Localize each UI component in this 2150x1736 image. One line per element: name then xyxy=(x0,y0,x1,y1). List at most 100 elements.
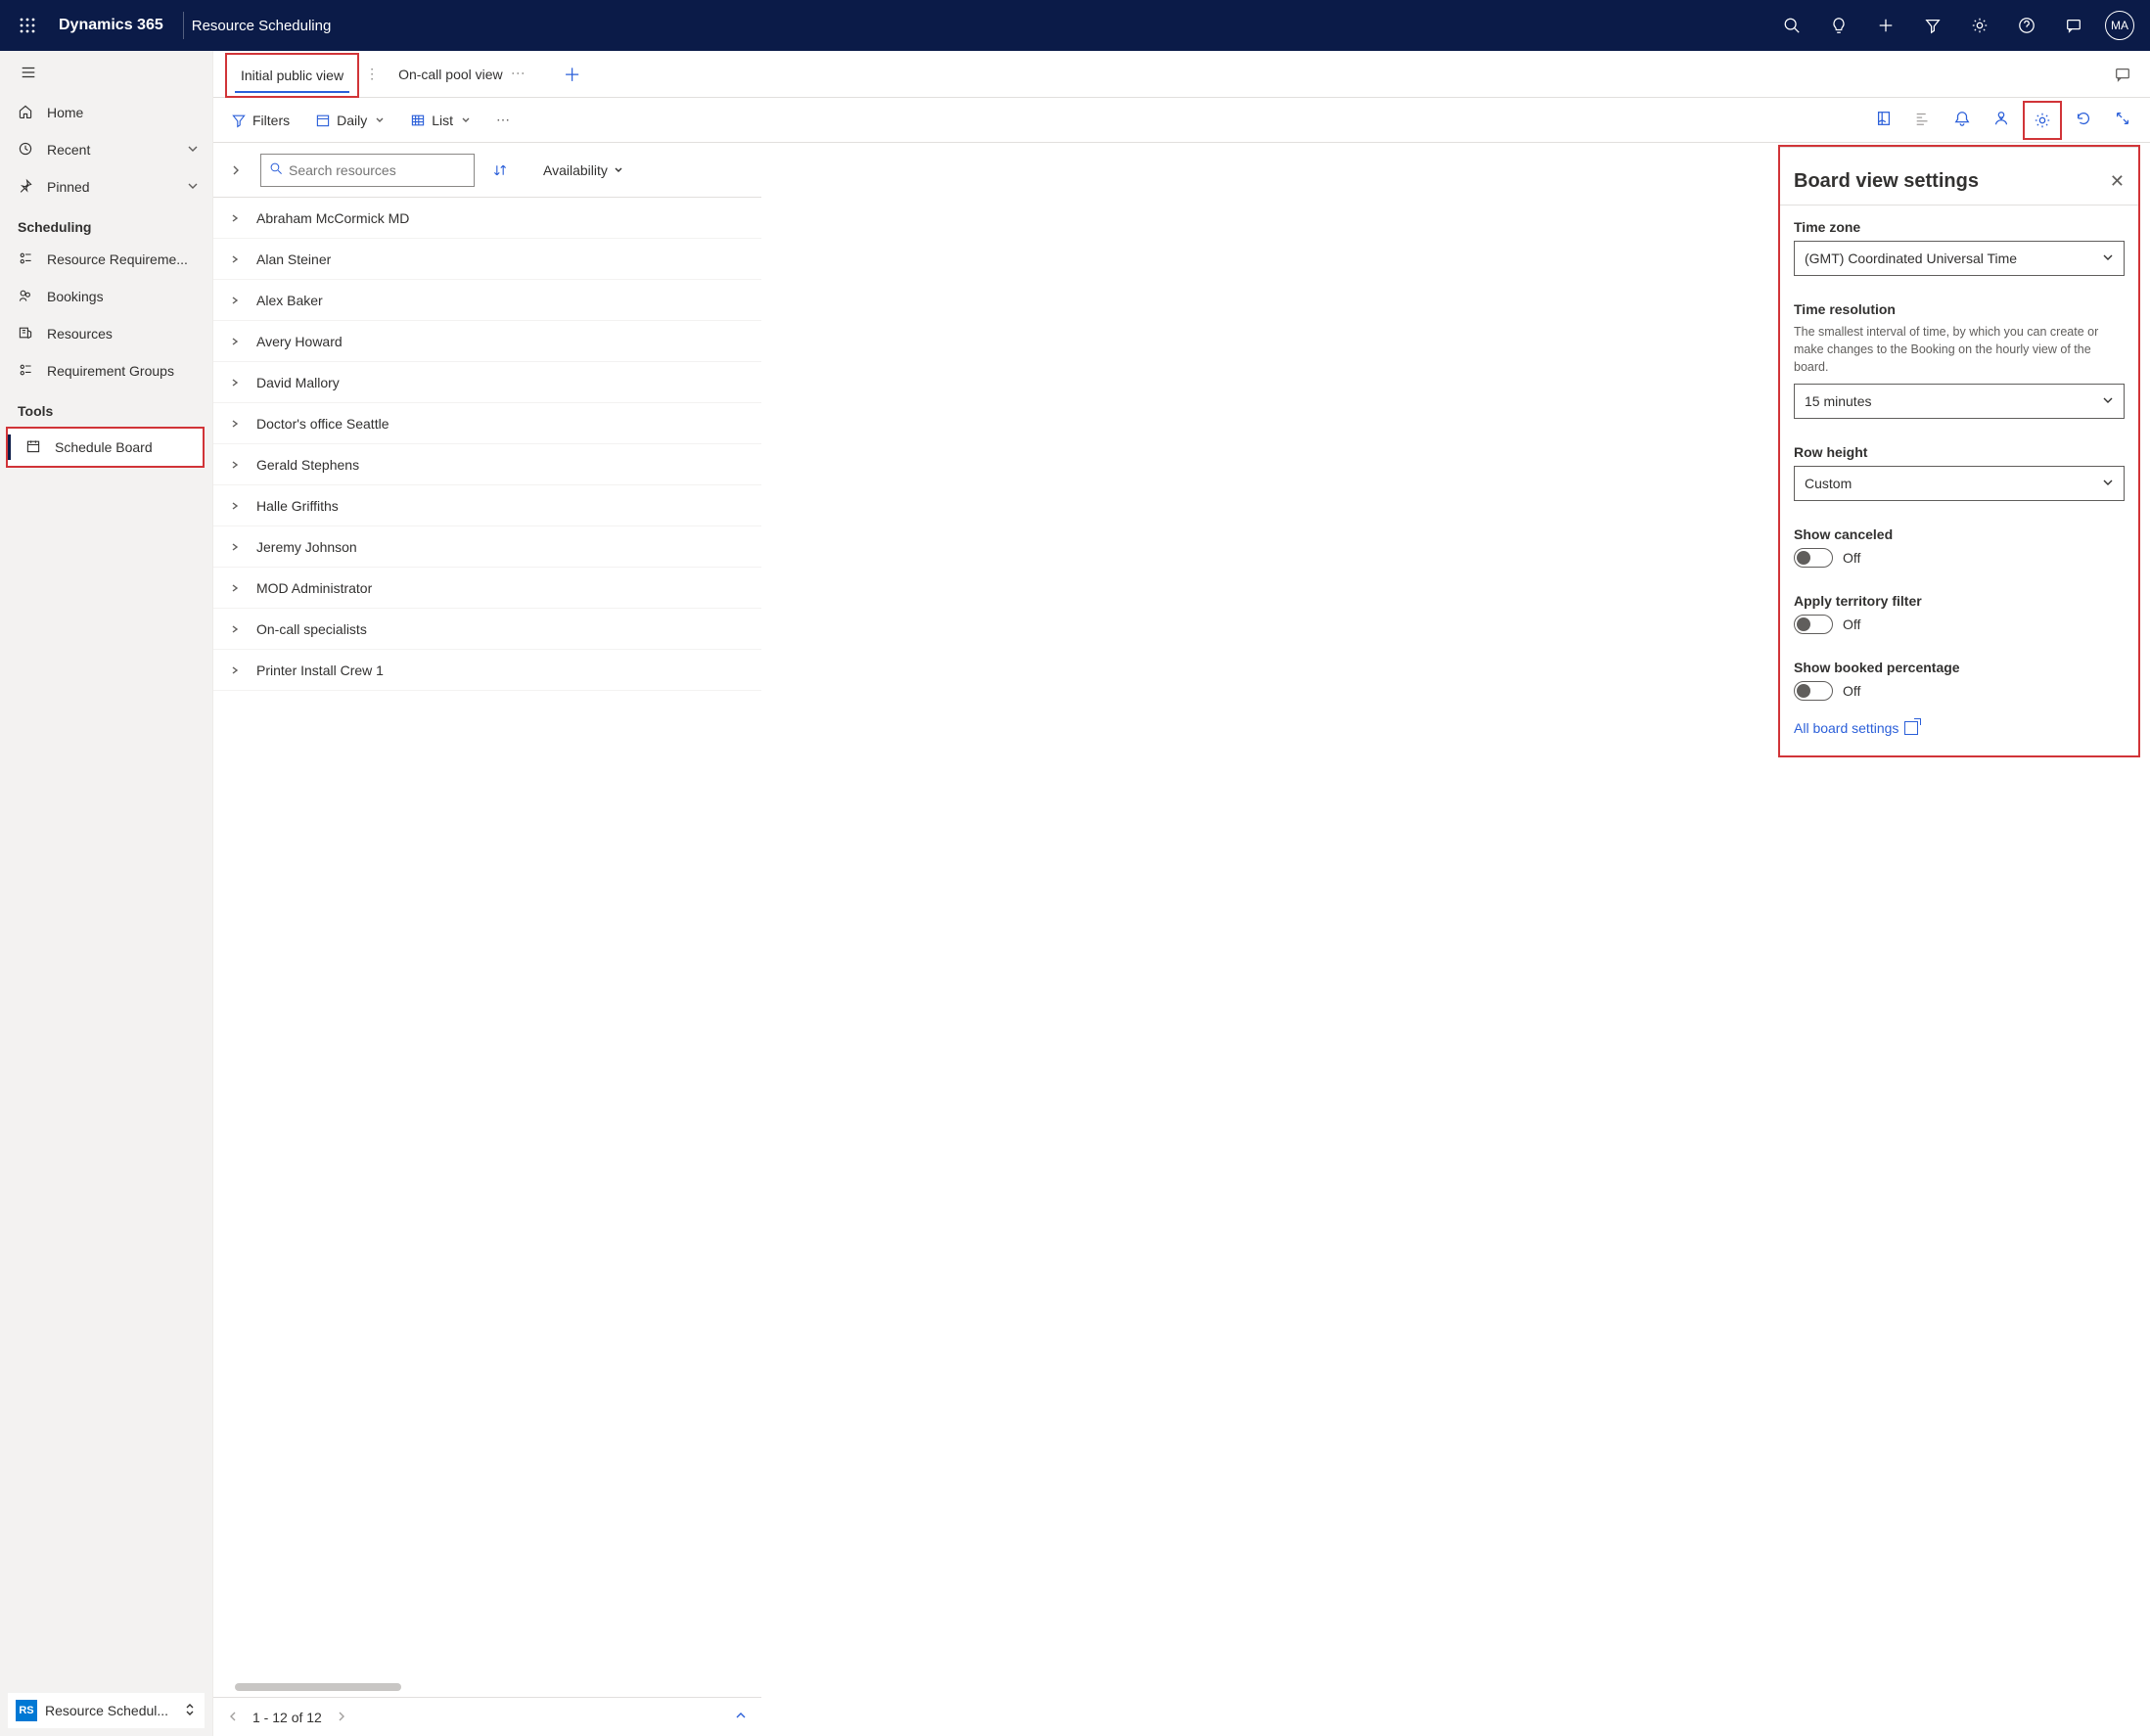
area-switcher[interactable]: RS Resource Schedul... xyxy=(8,1693,205,1728)
resource-row[interactable]: Abraham McCormick MD xyxy=(213,198,761,239)
sidebar-item-label: Recent xyxy=(47,142,173,158)
time-resolution-select[interactable]: 15 minutes xyxy=(1794,384,2125,419)
more-button[interactable]: ⋯ xyxy=(488,105,518,136)
help-icon[interactable] xyxy=(2003,2,2050,49)
refresh-icon[interactable] xyxy=(2066,101,2101,136)
row-height-select[interactable]: Custom xyxy=(1794,466,2125,501)
resource-row[interactable]: Doctor's office Seattle xyxy=(213,403,761,444)
sidebar-item-requirements[interactable]: Resource Requireme... xyxy=(0,241,212,278)
expand-chevron-icon[interactable] xyxy=(227,662,243,678)
sidebar-item-schedule-board[interactable]: Schedule Board xyxy=(8,429,203,466)
resource-row[interactable]: Jeremy Johnson xyxy=(213,526,761,568)
sidebar-section-tools: Tools xyxy=(0,389,212,425)
resource-name: MOD Administrator xyxy=(256,580,372,596)
collapse-chevron-icon[interactable] xyxy=(223,158,249,183)
resource-column: Availability Abraham McCormick MDAlan St… xyxy=(213,143,761,1736)
close-icon[interactable]: ✕ xyxy=(2110,171,2125,192)
pager-prev-icon[interactable] xyxy=(227,1710,239,1725)
expand-chevron-icon[interactable] xyxy=(227,539,243,555)
sidebar-item-recent[interactable]: Recent xyxy=(0,131,212,168)
sidebar-item-home[interactable]: Home xyxy=(0,94,212,131)
expand-chevron-icon[interactable] xyxy=(227,457,243,473)
expand-chevron-icon[interactable] xyxy=(227,334,243,349)
tab-menu-icon[interactable]: ⋮ xyxy=(510,67,526,81)
board-settings-icon[interactable] xyxy=(2025,103,2060,138)
sidebar-item-label: Bookings xyxy=(47,289,212,304)
sidebar-item-bookings[interactable]: Bookings xyxy=(0,278,212,315)
hamburger-icon[interactable] xyxy=(0,51,212,94)
sidebar-section-scheduling: Scheduling xyxy=(0,206,212,241)
person-icon[interactable] xyxy=(1984,101,2019,136)
time-resolution-desc: The smallest interval of time, by which … xyxy=(1794,323,2125,376)
tab-initial-view[interactable]: Initial public view xyxy=(227,59,357,92)
sort-icon[interactable] xyxy=(486,157,514,184)
resource-row[interactable]: Alex Baker xyxy=(213,280,761,321)
add-icon[interactable] xyxy=(1862,2,1909,49)
expand-chevron-icon[interactable] xyxy=(227,498,243,514)
area-badge: RS xyxy=(16,1700,37,1721)
resource-row[interactable]: Gerald Stephens xyxy=(213,444,761,485)
user-avatar[interactable]: MA xyxy=(2105,11,2134,40)
pager: 1 - 12 of 12 xyxy=(213,1697,761,1736)
all-board-settings-link[interactable]: All board settings xyxy=(1794,720,1918,736)
search-icon[interactable] xyxy=(1768,2,1815,49)
pager-up-icon[interactable] xyxy=(734,1709,748,1725)
territory-filter-toggle[interactable] xyxy=(1794,615,1833,634)
timezone-select[interactable]: (GMT) Coordinated Universal Time xyxy=(1794,241,2125,276)
expand-chevron-icon[interactable] xyxy=(227,621,243,637)
resource-row[interactable]: Halle Griffiths xyxy=(213,485,761,526)
search-resources-input[interactable] xyxy=(260,154,475,187)
gantt-icon[interactable] xyxy=(1905,101,1941,136)
book-icon[interactable] xyxy=(1866,101,1901,136)
select-value: Custom xyxy=(1805,476,1852,491)
toggle-state: Off xyxy=(1843,550,1860,566)
resource-name: David Mallory xyxy=(256,375,340,390)
resource-name: Printer Install Crew 1 xyxy=(256,662,384,678)
resource-row[interactable]: Avery Howard xyxy=(213,321,761,362)
resource-row[interactable]: Alan Steiner xyxy=(213,239,761,280)
chat-panel-icon[interactable] xyxy=(2105,57,2140,92)
filters-button[interactable]: Filters xyxy=(223,105,297,136)
waffle-icon[interactable] xyxy=(8,6,47,45)
sidebar-item-label: Resources xyxy=(47,326,212,342)
sidebar-item-label: Requirement Groups xyxy=(47,363,212,379)
resource-row[interactable]: Printer Install Crew 1 xyxy=(213,650,761,691)
bell-icon[interactable] xyxy=(1944,101,1980,136)
chat-icon[interactable] xyxy=(2050,2,2097,49)
list-button[interactable]: List xyxy=(402,105,479,136)
show-canceled-toggle[interactable] xyxy=(1794,548,1833,568)
add-tab-button[interactable]: ＋ xyxy=(555,57,590,92)
expand-icon[interactable] xyxy=(2105,101,2140,136)
sidebar-item-req-groups[interactable]: Requirement Groups xyxy=(0,352,212,389)
sidebar-item-pinned[interactable]: Pinned xyxy=(0,168,212,206)
sidebar: Home Recent Pinned Scheduling Resource R… xyxy=(0,51,213,1736)
expand-chevron-icon[interactable] xyxy=(227,251,243,267)
lightbulb-icon[interactable] xyxy=(1815,2,1862,49)
expand-chevron-icon[interactable] xyxy=(227,416,243,432)
expand-chevron-icon[interactable] xyxy=(227,293,243,308)
chevron-down-icon xyxy=(2102,251,2114,266)
chevron-down-icon xyxy=(187,179,199,195)
resource-row[interactable]: David Mallory xyxy=(213,362,761,403)
expand-chevron-icon[interactable] xyxy=(227,375,243,390)
filter-icon[interactable] xyxy=(1909,2,1956,49)
settings-panel-wrap: Board view settings ✕ Time zone (GMT) Co… xyxy=(1778,145,2140,757)
booked-percentage-toggle[interactable] xyxy=(1794,681,1833,701)
settings-gear-icon[interactable] xyxy=(1956,2,2003,49)
resource-row[interactable]: MOD Administrator xyxy=(213,568,761,609)
brand-label[interactable]: Dynamics 365 xyxy=(47,17,175,34)
search-input-field[interactable] xyxy=(289,162,466,178)
daily-button[interactable]: Daily xyxy=(307,105,392,136)
resource-row[interactable]: On-call specialists xyxy=(213,609,761,650)
availability-dropdown[interactable]: Availability xyxy=(543,162,623,178)
expand-chevron-icon[interactable] xyxy=(227,210,243,226)
expand-chevron-icon[interactable] xyxy=(227,580,243,596)
resource-name: Gerald Stephens xyxy=(256,457,359,473)
tab-oncall-view[interactable]: On-call pool view ⋮ xyxy=(385,58,539,91)
pager-next-icon[interactable] xyxy=(336,1710,347,1725)
tab-menu-icon[interactable]: ⋮ xyxy=(365,66,379,82)
sidebar-item-resources[interactable]: Resources xyxy=(0,315,212,352)
app-name-label[interactable]: Resource Scheduling xyxy=(192,18,332,34)
horizontal-scrollbar[interactable] xyxy=(213,1683,761,1697)
resource-name: Avery Howard xyxy=(256,334,343,349)
